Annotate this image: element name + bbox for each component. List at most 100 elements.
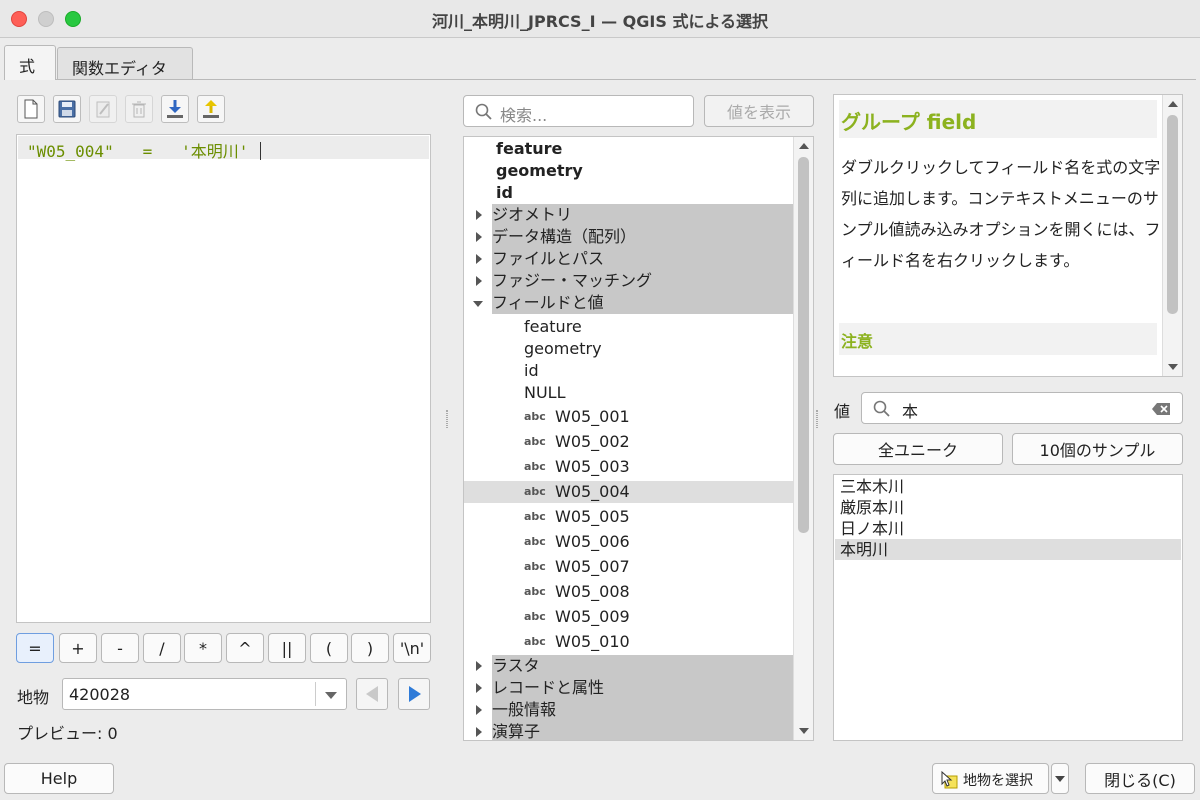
expand-arrow-icon — [476, 683, 482, 693]
sample-values-button[interactable]: 10個のサンプル — [1012, 433, 1183, 465]
values-label: 値 — [834, 402, 851, 421]
function-tree[interactable]: feature geometry id ジオメトリ データ構造（配列） ファイル… — [463, 136, 814, 741]
tree-group-files-paths[interactable]: ファイルとパス — [464, 248, 794, 270]
values-list[interactable]: 三本木川 厳原本川 日ノ本川 本明川 — [833, 474, 1183, 741]
scrollbar-thumb[interactable] — [1167, 115, 1178, 314]
operator-concat-button[interactable]: || — [268, 633, 306, 663]
tree-field-label: W05_007 — [555, 557, 630, 576]
tree-group-general[interactable]: 一般情報 — [464, 699, 794, 721]
tab-function-editor[interactable]: 関数エディタ — [57, 47, 193, 80]
operator-close-paren-button[interactable]: ) — [351, 633, 389, 663]
tree-item-feature-field[interactable]: feature — [524, 316, 813, 338]
previous-feature-button[interactable] — [356, 678, 388, 710]
expand-arrow-icon — [476, 661, 482, 671]
close-button[interactable]: 閉じる(C) — [1085, 763, 1195, 794]
list-item[interactable]: 厳原本川 — [835, 497, 1181, 518]
tree-group-fuzzy[interactable]: ファジー・マッチング — [464, 270, 794, 292]
help-button[interactable]: Help — [4, 763, 114, 794]
feature-combobox[interactable]: 420028 — [62, 678, 347, 710]
operator-newline-button[interactable]: '\n' — [393, 633, 431, 663]
tree-field-row[interactable]: abc W05_003 — [464, 456, 794, 478]
operator-power-button[interactable]: ^ — [226, 633, 264, 663]
tree-field-row[interactable]: abc W05_006 — [464, 531, 794, 553]
tree-field-label: W05_005 — [555, 507, 630, 526]
delete-button[interactable] — [125, 95, 153, 123]
tree-scrollbar[interactable] — [793, 137, 813, 740]
tree-item-null[interactable]: NULL — [524, 382, 813, 404]
tree-group-operators[interactable]: 演算子 — [464, 721, 794, 741]
tree-group-label: フィールドと値 — [492, 293, 604, 312]
scroll-up-icon — [799, 143, 809, 149]
export-button[interactable] — [197, 95, 225, 123]
tree-field-label: W05_006 — [555, 532, 630, 551]
tree-group-label: データ構造（配列） — [492, 227, 637, 246]
tree-group-label: 一般情報 — [492, 700, 557, 719]
tab-divider — [4, 79, 1196, 80]
list-item-selected[interactable]: 本明川 — [835, 539, 1181, 560]
operator-multiply-button[interactable]: * — [184, 633, 222, 663]
expression-operator: = — [142, 142, 153, 161]
select-features-button[interactable]: 地物を選択 — [932, 763, 1049, 794]
right-splitter-handle[interactable] — [816, 410, 818, 428]
tree-field-row[interactable]: abc W05_010 — [464, 631, 794, 653]
operator-minus-button[interactable]: - — [101, 633, 139, 663]
list-item[interactable]: 三本木川 — [835, 476, 1181, 497]
tree-group-fields-values[interactable]: フィールドと値 — [464, 292, 794, 314]
tree-item-geometry-field[interactable]: geometry — [524, 338, 813, 360]
expression-editor[interactable]: "W05_004" = '本明川' — [16, 134, 431, 623]
function-search-input[interactable]: 検索... — [463, 95, 694, 127]
tree-item-geometry[interactable]: geometry — [496, 160, 813, 182]
tree-group-arrays[interactable]: データ構造（配列） — [464, 226, 794, 248]
tree-field-row[interactable]: abc W05_001 — [464, 406, 794, 428]
tree-group-records[interactable]: レコードと属性 — [464, 677, 794, 699]
tree-group-geometry[interactable]: ジオメトリ — [464, 204, 794, 226]
tree-group-label: ファジー・マッチング — [492, 271, 653, 290]
text-caret — [260, 142, 262, 160]
clear-icon[interactable] — [1151, 402, 1171, 416]
tree-group-raster[interactable]: ラスタ — [464, 655, 794, 677]
delete-icon — [132, 101, 146, 118]
operator-divide-button[interactable]: / — [143, 633, 181, 663]
all-unique-button[interactable]: 全ユニーク — [833, 433, 1003, 465]
tree-field-label: W05_010 — [555, 632, 630, 651]
select-features-label: 地物を選択 — [963, 773, 1033, 789]
operator-plus-button[interactable]: + — [59, 633, 97, 663]
tree-field-row[interactable]: abc W05_009 — [464, 606, 794, 628]
tree-field-label: W05_003 — [555, 457, 630, 476]
text-type-icon: abc — [524, 410, 546, 423]
import-button[interactable] — [161, 95, 189, 123]
operator-equals-button[interactable]: = — [16, 633, 54, 663]
save-button[interactable] — [53, 95, 81, 123]
tree-field-row[interactable]: abc W05_002 — [464, 431, 794, 453]
preview-label: プレビュー: — [17, 724, 103, 743]
values-search-input[interactable]: 本 — [861, 392, 1183, 424]
new-file-button[interactable] — [17, 95, 45, 123]
left-splitter-handle[interactable] — [446, 410, 448, 428]
expand-arrow-icon — [476, 254, 482, 264]
tree-field-row[interactable]: abc W05_005 — [464, 506, 794, 528]
tree-item-id-field[interactable]: id — [524, 360, 813, 382]
tree-field-row[interactable]: abc W05_007 — [464, 556, 794, 578]
scroll-down-icon — [799, 728, 809, 734]
edit-button[interactable] — [89, 95, 117, 123]
next-feature-button[interactable] — [398, 678, 430, 710]
tree-group-label: 演算子 — [492, 722, 541, 741]
export-icon — [203, 100, 219, 118]
preview-value: 0 — [107, 724, 118, 743]
tree-field-row-selected[interactable]: abc W05_004 — [464, 481, 794, 503]
help-scrollbar[interactable] — [1162, 95, 1182, 376]
select-features-dropdown[interactable] — [1051, 763, 1069, 794]
tab-expression[interactable]: 式 — [4, 45, 56, 80]
operator-open-paren-button[interactable]: ( — [310, 633, 348, 663]
tree-field-label: W05_009 — [555, 607, 630, 626]
tree-item-feature[interactable]: feature — [496, 138, 813, 160]
list-item[interactable]: 日ノ本川 — [835, 518, 1181, 539]
tree-item-id[interactable]: id — [496, 182, 813, 204]
scrollbar-thumb[interactable] — [798, 157, 809, 533]
preview-text: プレビュー: 0 — [17, 720, 118, 744]
collapse-arrow-icon — [473, 301, 483, 307]
show-values-button[interactable]: 値を表示 — [704, 95, 814, 127]
tree-field-row[interactable]: abc W05_008 — [464, 581, 794, 603]
expand-arrow-icon — [476, 705, 482, 715]
edit-icon — [96, 101, 110, 118]
